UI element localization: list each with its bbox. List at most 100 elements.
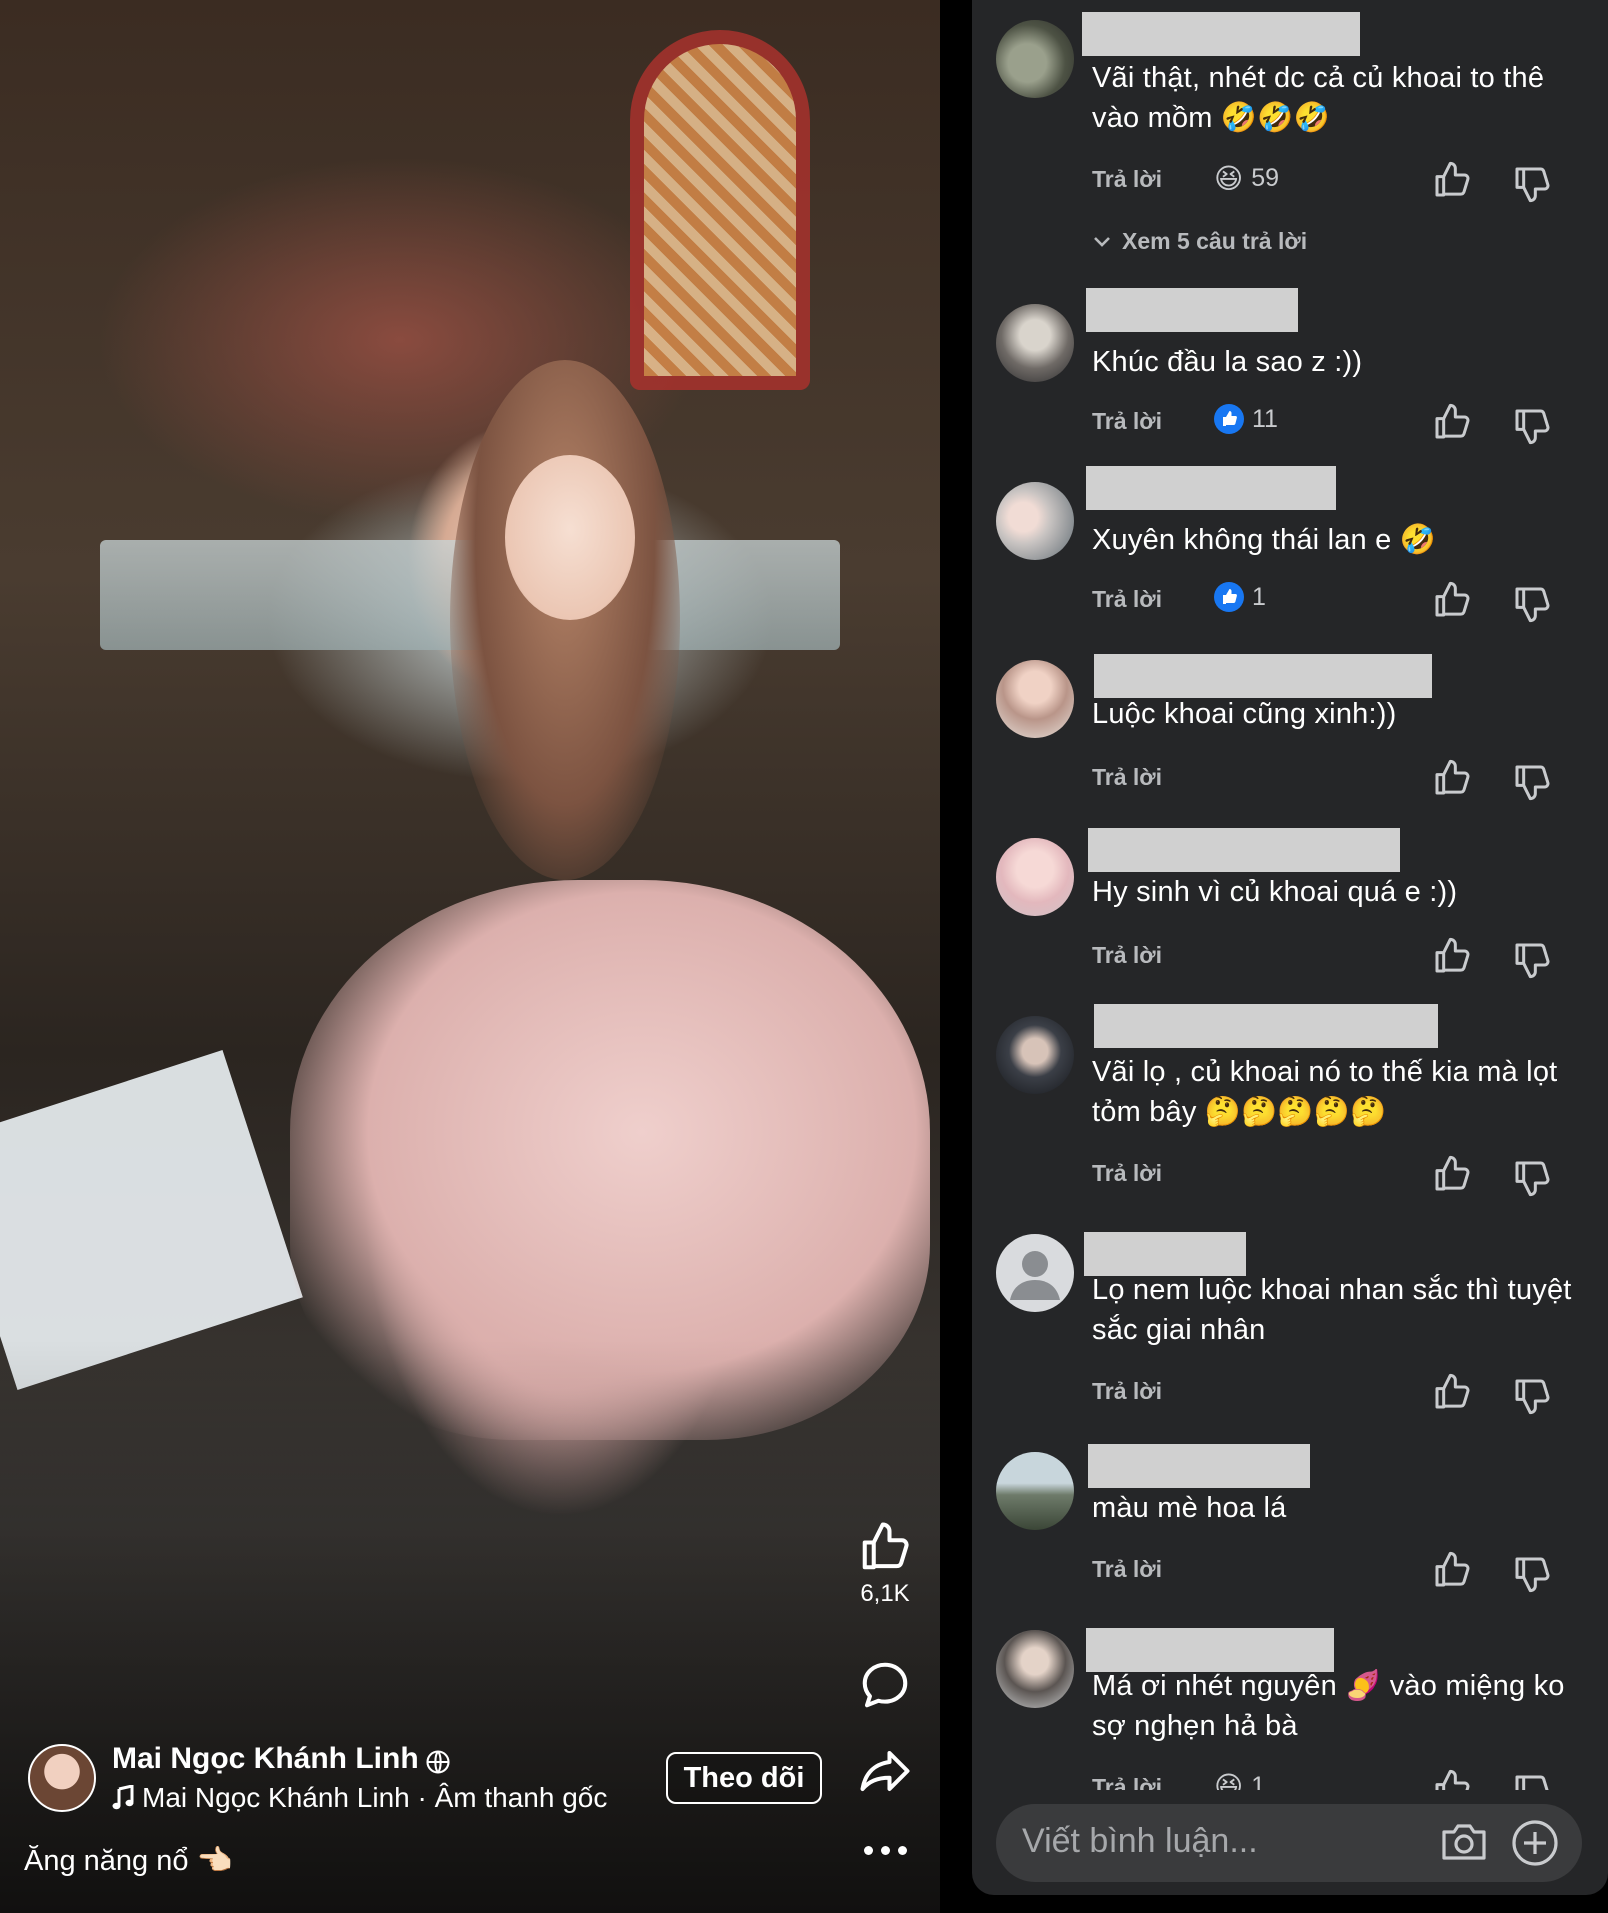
redacted-commenter-name: [1094, 1004, 1438, 1048]
comment-text: Hy sinh vì củ khoai quá e :)): [1092, 876, 1458, 908]
music-note-icon: [112, 1785, 134, 1810]
comment-text: Xuyên không thái lan e 🤣: [1092, 524, 1437, 556]
default-avatar[interactable]: [996, 1234, 1074, 1312]
thumbs-up-icon[interactable]: [1432, 580, 1472, 620]
thumbs-down-icon[interactable]: [1512, 1158, 1552, 1198]
comment-actions: Trả lời: [1092, 1154, 1592, 1197]
reaction-count: 1: [1251, 1772, 1266, 1790]
comment-input[interactable]: [1022, 1822, 1402, 1861]
comment-avatar[interactable]: [996, 20, 1074, 98]
reaction-summary[interactable]: 1: [1214, 582, 1266, 612]
redacted-commenter-name: [1086, 466, 1336, 510]
like-badge-icon: [1214, 582, 1244, 612]
thumbs-up-icon[interactable]: [1432, 1154, 1472, 1194]
comment-avatar[interactable]: [996, 304, 1074, 382]
reaction-summary[interactable]: 😆 59: [1214, 162, 1279, 195]
thumbs-up-icon[interactable]: [1432, 402, 1472, 442]
reply-button[interactable]: Trả lời: [1092, 1160, 1162, 1187]
reply-button[interactable]: Trả lời: [1092, 942, 1162, 969]
globe-icon: [426, 1750, 450, 1774]
reaction-count: 59: [1251, 164, 1280, 192]
comment-actions: Trả lời 11: [1092, 402, 1592, 445]
comment-text: Vãi thật, nhét dc cả củ khoai to thê vào…: [1092, 62, 1545, 134]
comment-avatar[interactable]: [996, 482, 1074, 560]
comment-actions: Trả lời 😆 1: [1092, 1768, 1592, 1790]
comment-actions: Trả lời 😆 59: [1092, 160, 1592, 203]
reply-button[interactable]: Trả lời: [1092, 1774, 1162, 1790]
reel-video[interactable]: 6,1K Mai Ngọc Khánh Linh Mai Ngọc Khánh …: [0, 0, 940, 1913]
thumbs-down-icon[interactable]: [1512, 1772, 1552, 1790]
like-action[interactable]: 6,1K: [850, 1520, 920, 1608]
reaction-summary[interactable]: 😆 1: [1214, 1770, 1265, 1790]
reply-button[interactable]: Trả lời: [1092, 166, 1162, 193]
share-action[interactable]: [850, 1744, 920, 1798]
haha-emoji-icon: 😆: [1214, 162, 1244, 195]
view-replies-label: Xem 5 câu trả lời: [1122, 228, 1308, 254]
view-replies-link[interactable]: Xem 5 câu trả lời: [1092, 228, 1307, 255]
comment-actions: Trả lời: [1092, 758, 1592, 801]
redacted-commenter-name: [1088, 1444, 1310, 1488]
music-label: Mai Ngọc Khánh Linh · Âm thanh gốc: [142, 1782, 608, 1813]
like-icon: [862, 1522, 909, 1570]
thumbs-down-icon[interactable]: [1512, 762, 1552, 802]
comment-actions: Trả lời: [1092, 1372, 1592, 1415]
redacted-commenter-name: [1082, 12, 1360, 56]
music-row[interactable]: Mai Ngọc Khánh Linh · Âm thanh gốc: [112, 1782, 607, 1814]
reply-button[interactable]: Trả lời: [1092, 764, 1162, 791]
thumbs-down-icon[interactable]: [1512, 584, 1552, 624]
comment-text: Vãi lọ , củ khoai nó to thế kia mà lọt t…: [1092, 1056, 1558, 1128]
comment-text: Má ơi nhét nguyên 🍠 vào miệng ko sợ nghẹ…: [1092, 1670, 1565, 1742]
creator-avatar[interactable]: [28, 1744, 96, 1812]
like-count: 6,1K: [860, 1580, 910, 1607]
thumbs-up-icon[interactable]: [1432, 936, 1472, 976]
camera-icon[interactable]: [1440, 1820, 1488, 1864]
comment-actions: Trả lời 1: [1092, 580, 1592, 623]
comment-item: Má ơi nhét nguyên 🍠 vào miệng ko sợ nghẹ…: [972, 1610, 1608, 1790]
comment-avatar[interactable]: [996, 660, 1074, 738]
thumbs-down-icon[interactable]: [1512, 164, 1552, 204]
more-options-icon[interactable]: [864, 1846, 907, 1855]
person-silhouette-icon: [1010, 1251, 1060, 1300]
reply-button[interactable]: Trả lời: [1092, 586, 1162, 613]
comment-text: màu mè hoa lá: [1092, 1492, 1287, 1524]
thumbs-down-icon[interactable]: [1512, 1554, 1552, 1594]
thumbs-up-icon[interactable]: [1432, 1372, 1472, 1412]
haha-emoji-icon: 😆: [1214, 1770, 1244, 1790]
thumbs-up-icon[interactable]: [1432, 758, 1472, 798]
comment-avatar[interactable]: [996, 1630, 1074, 1708]
follow-button[interactable]: Theo dõi: [666, 1752, 822, 1804]
thumbs-down-icon[interactable]: [1512, 1376, 1552, 1416]
add-circle-icon[interactable]: [1510, 1818, 1560, 1868]
share-icon: [860, 1750, 910, 1792]
thumbs-up-icon[interactable]: [1432, 1550, 1472, 1590]
comment-avatar[interactable]: [996, 838, 1074, 916]
comment-actions: Trả lời: [1092, 1550, 1592, 1593]
reaction-count: 11: [1252, 404, 1278, 433]
reaction-summary[interactable]: 11: [1214, 404, 1278, 434]
reply-button[interactable]: Trả lời: [1092, 408, 1162, 435]
comments-panel[interactable]: Vãi thật, nhét dc cả củ khoai to thê vào…: [972, 0, 1608, 1895]
comment-composer: [996, 1804, 1582, 1882]
comment-icon: [862, 1662, 908, 1708]
thumbs-up-icon[interactable]: [1432, 160, 1472, 200]
comment-action[interactable]: [850, 1658, 920, 1712]
creator-name[interactable]: Mai Ngọc Khánh Linh: [112, 1742, 419, 1776]
redacted-commenter-name: [1094, 654, 1432, 698]
thumbs-down-icon[interactable]: [1512, 940, 1552, 980]
redacted-commenter-name: [1088, 828, 1400, 872]
chevron-down-icon: [1094, 236, 1110, 247]
thumbs-down-icon[interactable]: [1512, 406, 1552, 446]
thumbs-up-icon[interactable]: [1432, 1768, 1472, 1790]
video-caption: Ăng năng nổ 👈🏻: [24, 1845, 233, 1877]
comment-text: Khúc đầu la sao z :)): [1092, 346, 1363, 378]
comment-avatar[interactable]: [996, 1016, 1074, 1094]
redacted-commenter-name: [1086, 288, 1298, 332]
reaction-count: 1: [1252, 582, 1266, 611]
comment-avatar[interactable]: [996, 1452, 1074, 1530]
video-vignette: [0, 0, 940, 1913]
reply-button[interactable]: Trả lời: [1092, 1378, 1162, 1405]
reply-button[interactable]: Trả lời: [1092, 1556, 1162, 1583]
comment-text: Lọ nem luộc khoai nhan sắc thì tuyệt sắc…: [1092, 1274, 1572, 1346]
comment-text: Luộc khoai cũng xinh:)): [1092, 698, 1397, 730]
like-badge-icon: [1214, 404, 1244, 434]
